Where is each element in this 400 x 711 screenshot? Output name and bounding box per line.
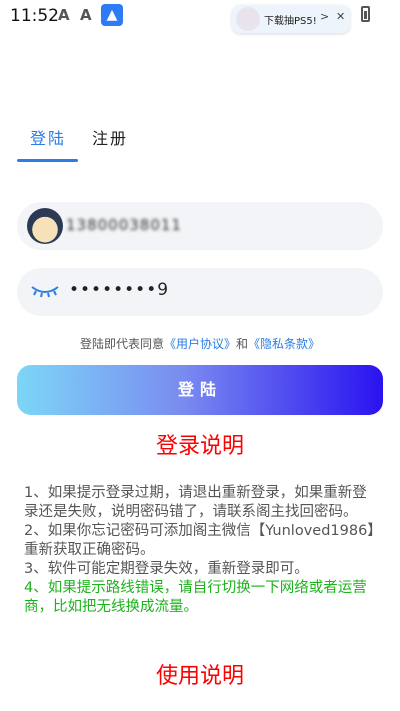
password-value[interactable]: ••••••••9 — [69, 280, 169, 300]
notification-banner[interactable]: 下载抽PS5! > ✕ — [232, 5, 350, 33]
close-icon[interactable]: ✕ — [336, 10, 345, 23]
password-field[interactable]: ••••••••9 — [17, 268, 383, 316]
agreement-text: 登陆即代表同意《用户协议》和《隐私条款》 — [0, 335, 400, 352]
avatar — [27, 208, 63, 244]
eye-closed-icon[interactable] — [30, 281, 60, 301]
username-field[interactable]: 13800038011 — [17, 202, 383, 250]
tab-register[interactable]: 注册 — [92, 125, 128, 149]
privacy-link[interactable]: 《隐私条款》 — [248, 337, 320, 351]
app-a-icon: A — [58, 6, 70, 24]
note-item: 1、如果提示登录过期，请退出重新登录，如果重新登录还是失败，说明密码错了，请联系… — [24, 485, 367, 520]
clock: 11:52 — [10, 6, 59, 26]
login-notes: 1、如果提示登录过期，请退出重新登录，如果重新登录还是失败，说明密码错了，请联系… — [24, 484, 380, 617]
login-button[interactable]: 登陆 — [17, 365, 383, 415]
usage-title: 使用说明 — [155, 664, 244, 689]
note-item: 4、如果提示路线错误，请自行切换一下网络或者运营商，比如把无线换成流量。 — [24, 580, 367, 615]
user-agreement-link[interactable]: 《用户协议》 — [164, 337, 236, 351]
notification-avatar — [236, 7, 260, 31]
note-item: 3、软件可能定期登录失效，重新登录即可。 — [24, 561, 309, 577]
app-store-icon: ▲ — [101, 4, 123, 26]
agreement-and: 和 — [236, 337, 249, 351]
tab-indicator — [17, 159, 78, 162]
login-notes-title: 登录说明 — [155, 434, 244, 459]
notification-text: 下载抽PS5! — [264, 16, 317, 27]
battery-icon — [361, 6, 370, 22]
chevron-right-icon[interactable]: > — [320, 10, 329, 23]
agreement-prefix: 登陆即代表同意 — [79, 337, 164, 351]
username-value[interactable]: 13800038011 — [66, 216, 182, 234]
app-a-icon: A — [80, 6, 92, 24]
note-item: 2、如果你忘记密码可添加阁主微信【Yunloved1986】重新获取正确密码。 — [24, 523, 375, 558]
tab-login[interactable]: 登陆 — [30, 125, 66, 149]
status-bar: 11:52 A A ▲ 下载抽PS5! > ✕ — [0, 0, 400, 33]
